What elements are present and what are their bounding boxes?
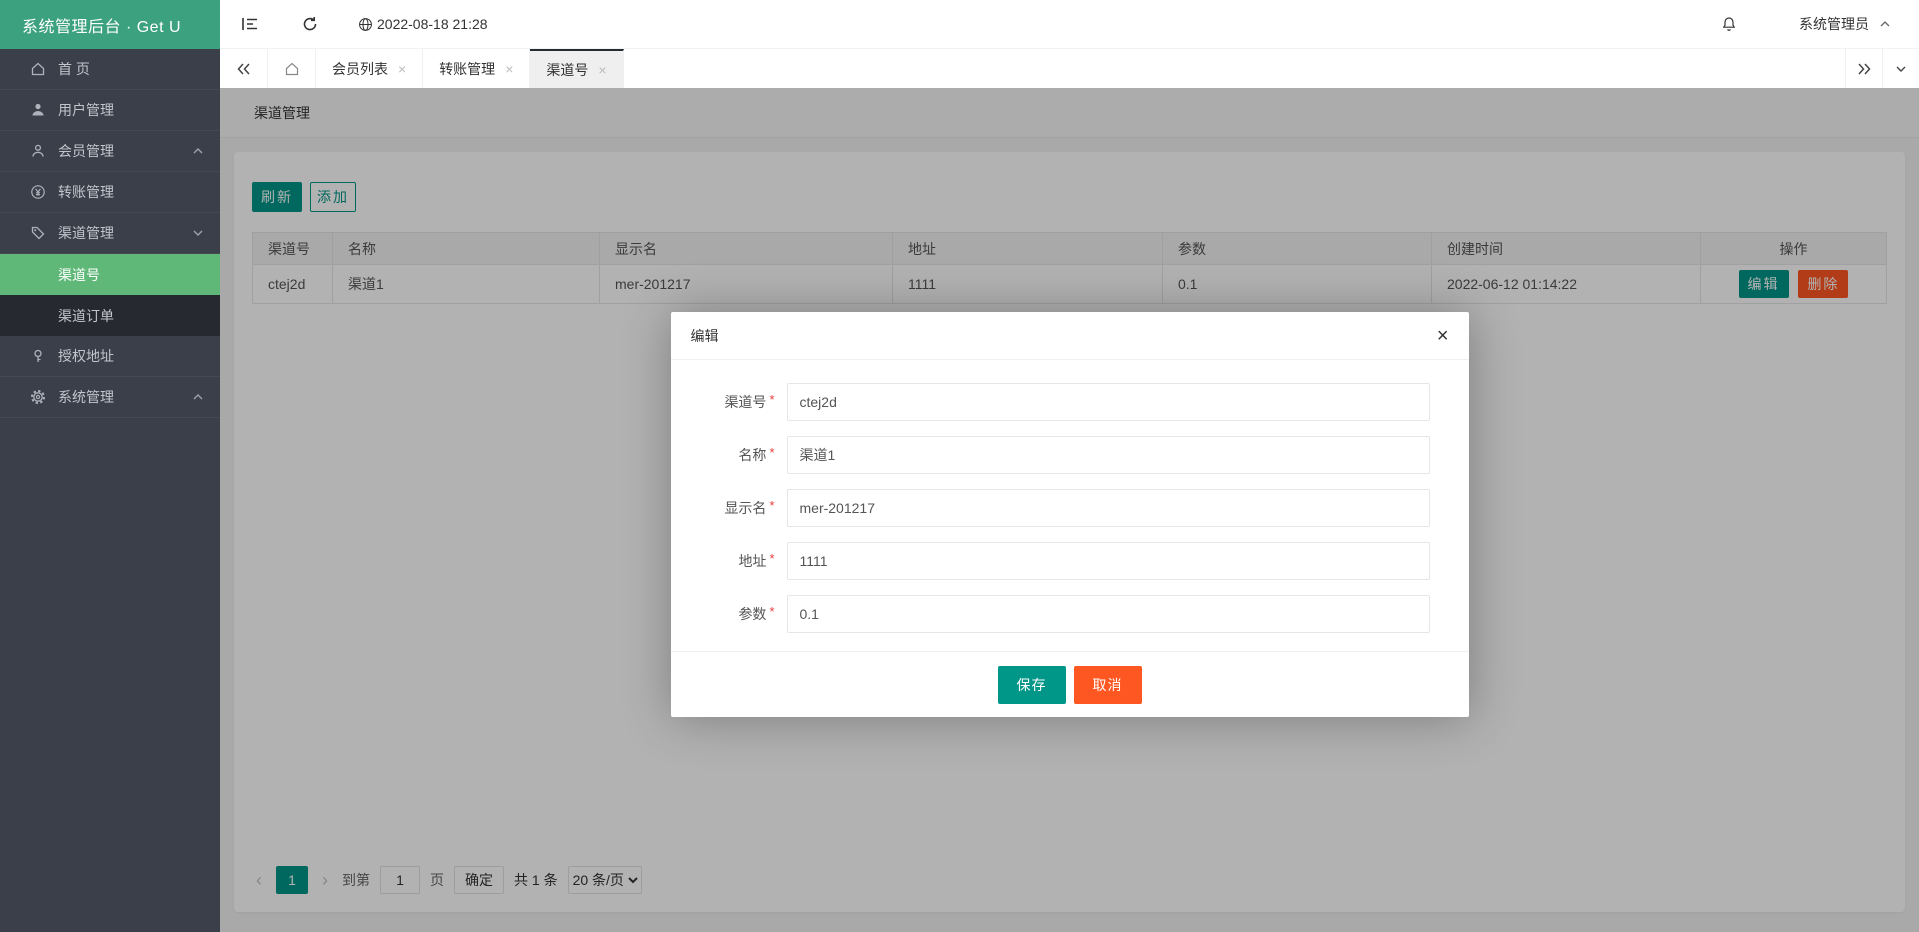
form-row-channel-id: 渠道号* <box>671 383 1430 421</box>
chevron-up-icon <box>192 391 204 403</box>
close-icon[interactable]: × <box>505 62 513 76</box>
sidebar-subitem-channel-orders[interactable]: 渠道订单 <box>0 295 220 336</box>
field-label: 参数* <box>671 604 787 624</box>
gear-icon <box>30 389 46 405</box>
home-icon <box>30 61 46 77</box>
channel-id-field[interactable] <box>787 383 1430 421</box>
globe-icon <box>358 17 373 32</box>
refresh-icon[interactable] <box>280 0 340 49</box>
save-button[interactable]: 保存 <box>998 666 1066 704</box>
datetime-text: 2022-08-18 21:28 <box>377 16 488 32</box>
tabbar-spacer <box>624 49 1845 88</box>
tab-channel-id[interactable]: 渠道号 × <box>530 49 623 88</box>
required-mark: * <box>769 392 774 407</box>
tab-member-list[interactable]: 会员列表 × <box>316 49 423 88</box>
sidebar-item-home[interactable]: 首 页 <box>0 49 220 90</box>
tab-bar: 会员列表 × 转账管理 × 渠道号 × <box>220 49 1919 88</box>
user-menu[interactable]: 系统管理员 <box>1759 14 1919 34</box>
close-icon[interactable]: × <box>1437 326 1449 346</box>
tab-label: 会员列表 <box>332 59 388 79</box>
tab-transfer-mgmt[interactable]: 转账管理 × <box>423 49 530 88</box>
param-field[interactable] <box>787 595 1430 633</box>
main-column: 2022-08-18 21:28 系统管理员 会员列表 × 转账管 <box>220 0 1919 932</box>
close-icon[interactable]: × <box>598 63 606 77</box>
tag-icon <box>30 225 46 241</box>
modal-title-bar: 编辑 × <box>671 312 1469 360</box>
edit-modal: 编辑 × 渠道号* 名称* 显示名* 地址* <box>671 312 1469 717</box>
required-mark: * <box>769 498 774 513</box>
address-field[interactable] <box>787 542 1430 580</box>
tab-options-button[interactable] <box>1882 49 1919 88</box>
field-label: 渠道号* <box>671 392 787 412</box>
required-mark: * <box>769 445 774 460</box>
member-icon <box>30 143 46 159</box>
sidebar-item-auth-address[interactable]: 授权地址 <box>0 336 220 377</box>
sidebar: 系统管理后台 · Get U 首 页 用户管理 会员管理 转账管理 渠道管理 <box>0 0 220 932</box>
chevron-up-icon <box>1879 18 1891 30</box>
chevron-up-icon <box>192 145 204 157</box>
form-row-address: 地址* <box>671 542 1430 580</box>
key-icon <box>30 348 46 364</box>
tab-home[interactable] <box>268 49 316 88</box>
header-right: 系统管理员 <box>1699 0 1919 49</box>
modal-body: 渠道号* 名称* 显示名* 地址* 参数* <box>671 360 1469 651</box>
sidebar-item-label: 会员管理 <box>58 141 192 161</box>
scroll-tabs-right-button[interactable] <box>1845 49 1882 88</box>
sidebar-item-channels[interactable]: 渠道管理 <box>0 213 220 254</box>
sidebar-item-label: 首 页 <box>58 59 204 79</box>
yen-icon <box>30 184 46 200</box>
user-icon <box>30 102 46 118</box>
sidebar-item-label: 系统管理 <box>58 387 192 407</box>
content-area: 渠道管理 刷新 添加 渠道号 名称 显示名 地址 参数 创建时间 操作 <box>220 88 1919 932</box>
scroll-tabs-left-button[interactable] <box>220 49 268 88</box>
required-mark: * <box>769 551 774 566</box>
chevron-down-icon <box>192 227 204 239</box>
sidebar-subitem-label: 渠道订单 <box>58 306 114 326</box>
sidebar-item-transfers[interactable]: 转账管理 <box>0 172 220 213</box>
sidebar-subitem-channel-id[interactable]: 渠道号 <box>0 254 220 295</box>
sidebar-item-members[interactable]: 会员管理 <box>0 131 220 172</box>
field-label: 地址* <box>671 551 787 571</box>
modal-title: 编辑 <box>691 326 719 346</box>
sidebar-item-label: 用户管理 <box>58 100 204 120</box>
sidebar-item-users[interactable]: 用户管理 <box>0 90 220 131</box>
sidebar-item-system[interactable]: 系统管理 <box>0 377 220 418</box>
sidebar-item-label: 转账管理 <box>58 182 204 202</box>
bell-icon[interactable] <box>1699 0 1759 49</box>
form-row-name: 名称* <box>671 436 1430 474</box>
server-time: 2022-08-18 21:28 <box>358 16 488 32</box>
sidebar-item-label: 渠道管理 <box>58 223 192 243</box>
field-label: 名称* <box>671 445 787 465</box>
sidebar-item-label: 授权地址 <box>58 346 204 366</box>
app-title: 系统管理后台 · Get U <box>0 0 220 49</box>
collapse-sidebar-button[interactable] <box>220 0 280 49</box>
top-header: 2022-08-18 21:28 系统管理员 <box>220 0 1919 49</box>
name-field[interactable] <box>787 436 1430 474</box>
display-name-field[interactable] <box>787 489 1430 527</box>
username: 系统管理员 <box>1799 14 1869 34</box>
tab-label: 渠道号 <box>546 60 588 80</box>
field-label: 显示名* <box>671 498 787 518</box>
required-mark: * <box>769 604 774 619</box>
cancel-button[interactable]: 取消 <box>1074 666 1142 704</box>
form-row-display-name: 显示名* <box>671 489 1430 527</box>
close-icon[interactable]: × <box>398 62 406 76</box>
sidebar-subitem-label: 渠道号 <box>58 265 100 285</box>
tab-label: 转账管理 <box>439 59 495 79</box>
form-row-param: 参数* <box>671 595 1430 633</box>
modal-footer: 保存 取消 <box>671 651 1469 717</box>
